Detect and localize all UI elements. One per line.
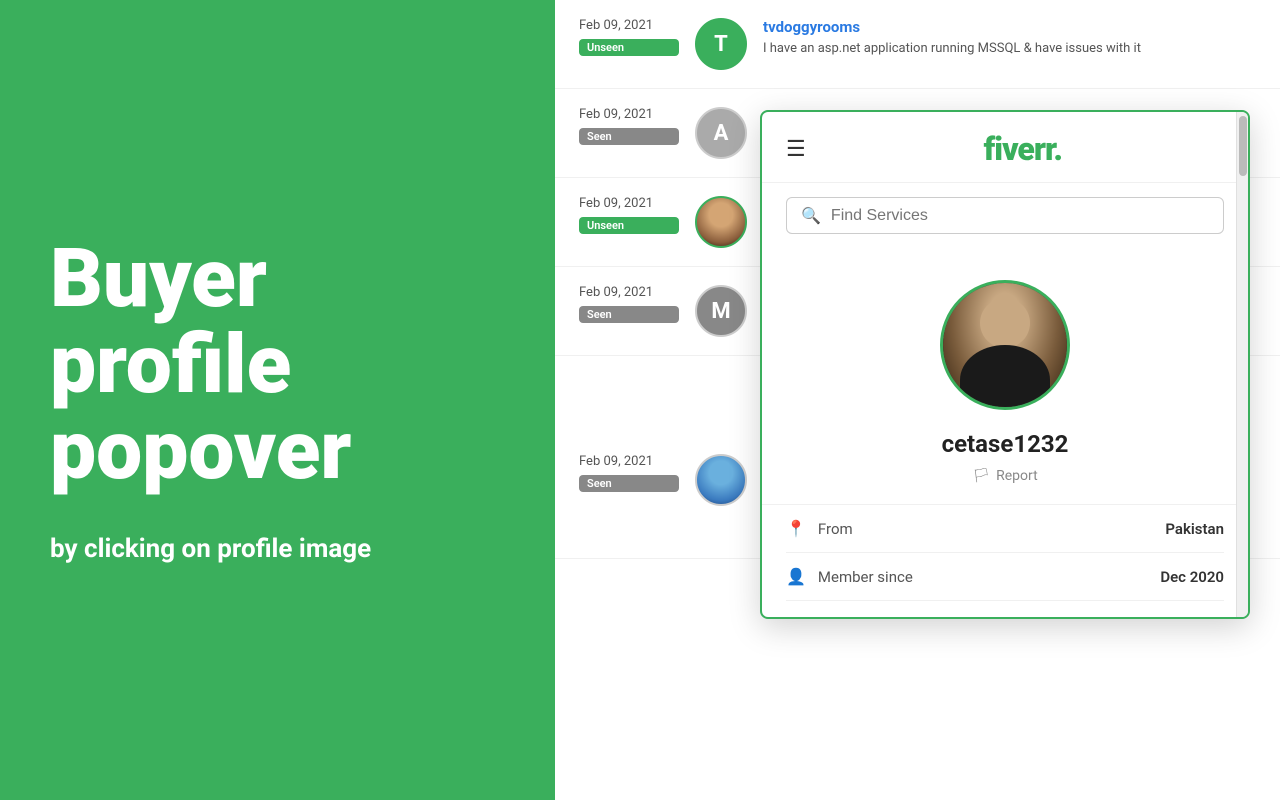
member-since-label-group: 👤 Member since: [786, 567, 913, 586]
scrollbar[interactable]: [1236, 112, 1248, 617]
message-content: tvdoggyrooms I have an asp.net applicati…: [763, 18, 1256, 58]
flag-icon: 🏳: [972, 468, 990, 484]
from-label-group: 📍 From: [786, 519, 853, 538]
message-date: Feb 09, 2021: [579, 285, 679, 300]
avatar[interactable]: T: [695, 18, 747, 70]
message-date: Feb 09, 2021: [579, 18, 679, 33]
message-meta: Feb 09, 2021 Seen: [579, 107, 679, 145]
avatar[interactable]: [695, 196, 747, 248]
from-label: From: [818, 520, 853, 538]
avatar[interactable]: M: [695, 285, 747, 337]
right-panel: Feb 09, 2021 Unseen T tvdoggyrooms I hav…: [555, 0, 1280, 800]
report-label: Report: [996, 468, 1038, 484]
popover-header: ☰ fiverr.: [762, 112, 1248, 183]
profile-avatar[interactable]: [940, 280, 1070, 410]
message-date: Feb 09, 2021: [579, 454, 679, 469]
message-meta: Feb 09, 2021 Unseen: [579, 196, 679, 234]
message-date: Feb 09, 2021: [579, 196, 679, 211]
member-since-label: Member since: [818, 568, 913, 586]
search-input[interactable]: [831, 207, 1209, 225]
status-badge: Seen: [579, 475, 679, 492]
member-since-value: Dec 2020: [1160, 568, 1224, 586]
status-badge: Unseen: [579, 39, 679, 56]
member-since-row: 👤 Member since Dec 2020: [786, 553, 1224, 601]
subtitle: by clicking on profile image: [50, 534, 505, 564]
main-heading: Buyer profile popover: [50, 236, 505, 494]
message-date: Feb 09, 2021: [579, 107, 679, 122]
scroll-thumb: [1239, 116, 1247, 176]
message-username[interactable]: tvdoggyrooms: [763, 18, 1256, 36]
profile-username: cetase1232: [942, 430, 1069, 458]
person-icon: 👤: [786, 567, 806, 586]
status-badge: Seen: [579, 306, 679, 323]
location-icon: 📍: [786, 519, 806, 538]
status-badge: Seen: [579, 128, 679, 145]
fiverr-logo: fiverr.: [984, 130, 1062, 168]
message-meta: Feb 09, 2021 Seen: [579, 285, 679, 323]
search-bar[interactable]: 🔍: [786, 197, 1224, 234]
status-badge: Unseen: [579, 217, 679, 234]
avatar[interactable]: A: [695, 107, 747, 159]
search-icon: 🔍: [801, 206, 821, 225]
from-row: 📍 From Pakistan: [786, 505, 1224, 553]
from-value: Pakistan: [1165, 520, 1224, 538]
list-item[interactable]: Feb 09, 2021 Unseen T tvdoggyrooms I hav…: [555, 0, 1280, 89]
message-preview: I have an asp.net application running MS…: [763, 40, 1256, 58]
profile-info: 📍 From Pakistan 👤 Member since Dec 2020: [762, 504, 1248, 617]
hamburger-icon[interactable]: ☰: [786, 137, 806, 162]
buyer-profile-popover: ☰ fiverr. 🔍 cetase1232 🏳 Report: [760, 110, 1250, 619]
avatar[interactable]: [695, 454, 747, 506]
message-meta: Feb 09, 2021 Unseen: [579, 18, 679, 56]
left-panel: Buyer profile popover by clicking on pro…: [0, 0, 555, 800]
report-button[interactable]: 🏳 Report: [972, 468, 1037, 484]
message-meta: Feb 09, 2021 Seen: [579, 454, 679, 492]
profile-avatar-image: [943, 280, 1067, 410]
popover-profile: cetase1232 🏳 Report: [762, 250, 1248, 504]
